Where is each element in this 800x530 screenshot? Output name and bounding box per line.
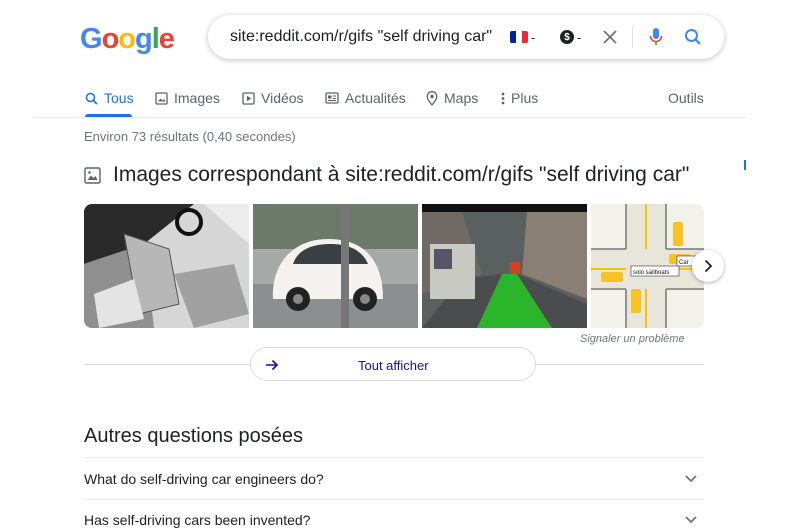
image-thumbnail[interactable]: [253, 204, 418, 328]
search-icon: [85, 92, 98, 105]
google-logo[interactable]: Google: [80, 22, 175, 56]
image-thumbnail[interactable]: solo sailboats Car: [591, 204, 704, 328]
result-stats: Environ 73 résultats (0,40 secondes): [84, 129, 296, 144]
paa-question[interactable]: What do self-driving car engineers do?: [84, 471, 324, 487]
images-heading-text: Images correspondant à site:reddit.com/r…: [113, 163, 690, 186]
report-problem-link[interactable]: Signaler un problème: [580, 333, 685, 345]
images-section-heading[interactable]: Images correspondant à site:reddit.com/r…: [84, 163, 689, 187]
people-also-ask-title: Autres questions posées: [84, 425, 304, 447]
tab-maps[interactable]: Maps: [426, 88, 478, 108]
tools-label: Outils: [668, 90, 704, 106]
search-icon[interactable]: [684, 28, 702, 46]
tab-label: Vidéos: [261, 90, 304, 106]
logo-letter: o: [101, 23, 120, 55]
arrow-right-icon: [266, 359, 279, 371]
logo-letter: l: [151, 23, 160, 55]
tab-news[interactable]: Actualités: [325, 88, 406, 108]
region-chip[interactable]: -: [510, 29, 535, 45]
image-thumbnail[interactable]: [84, 204, 249, 328]
logo-letter: o: [118, 23, 136, 55]
search-divider: [632, 26, 633, 48]
chip-separator: -: [531, 29, 536, 45]
more-vert-icon: [501, 92, 505, 104]
tools-button[interactable]: Outils: [668, 88, 704, 108]
currency-chip[interactable]: $ -: [560, 29, 581, 45]
image-carousel: solo sailboats Car: [84, 204, 704, 328]
tab-label: Images: [174, 90, 220, 106]
tab-more[interactable]: Plus: [501, 88, 538, 108]
tab-label: Plus: [511, 90, 539, 106]
chevron-right-icon: [704, 259, 713, 273]
chevron-down-icon[interactable]: [684, 474, 698, 483]
tab-all[interactable]: Tous: [85, 88, 134, 108]
logo-letter: e: [158, 23, 175, 55]
image-thumbnail[interactable]: [422, 204, 587, 328]
logo-letter: G: [80, 23, 103, 55]
map-pin-icon: [426, 90, 438, 106]
tab-label: Tous: [104, 90, 134, 106]
header-divider: [33, 117, 747, 118]
show-all-button[interactable]: Tout afficher: [250, 347, 536, 381]
clear-icon[interactable]: [602, 29, 618, 45]
thumbnail-text: solo sailboats: [633, 270, 669, 276]
tab-videos[interactable]: Vidéos: [242, 88, 304, 108]
carousel-next-button[interactable]: [692, 250, 724, 282]
logo-letter: g: [135, 23, 153, 55]
paa-divider: [84, 457, 704, 458]
search-box[interactable]: site:reddit.com/r/gifs "self driving car…: [208, 15, 724, 59]
paa-question[interactable]: Has self-driving cars been invented?: [84, 512, 310, 528]
paa-divider: [84, 499, 704, 500]
tab-label: Actualités: [345, 90, 406, 106]
chip-separator: -: [577, 29, 582, 45]
mic-icon[interactable]: [648, 26, 664, 48]
chevron-down-icon[interactable]: [684, 515, 698, 524]
image-icon: [155, 91, 168, 105]
tab-label: Maps: [444, 90, 479, 106]
tab-images[interactable]: Images: [155, 88, 220, 108]
news-icon: [325, 92, 339, 104]
thumbnail-text: Car: [679, 260, 689, 266]
dollar-icon: $: [560, 30, 574, 44]
video-icon: [242, 91, 255, 105]
side-panel-edge: [744, 160, 746, 170]
search-input[interactable]: site:reddit.com/r/gifs "self driving car…: [230, 28, 492, 46]
image-icon: [84, 166, 101, 184]
show-all-label: Tout afficher: [358, 358, 429, 373]
france-flag-icon: [510, 31, 528, 43]
